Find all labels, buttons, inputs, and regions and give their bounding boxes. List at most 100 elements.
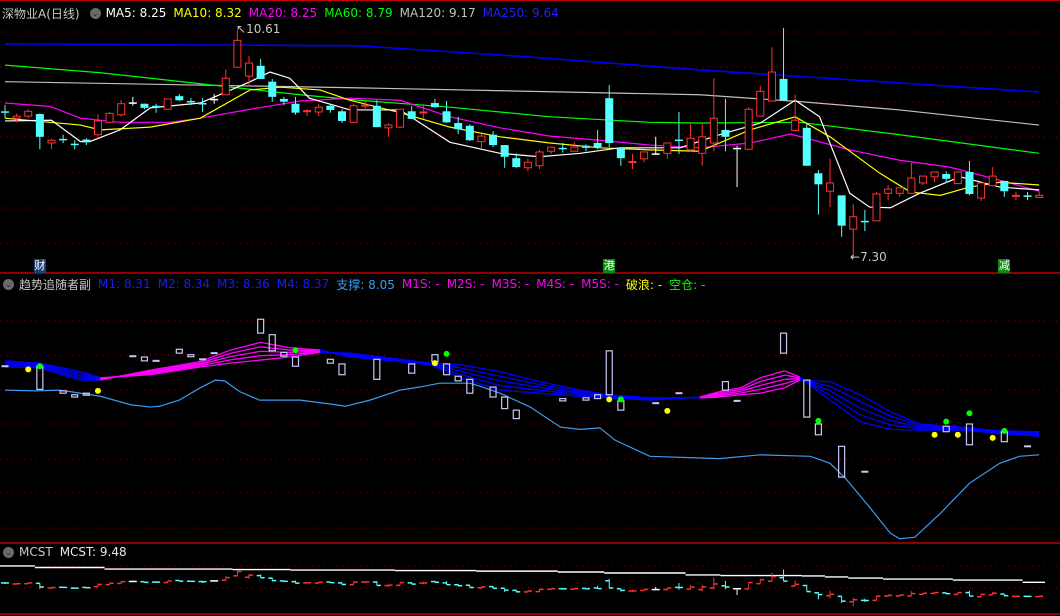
candle-body-down: [256, 65, 265, 79]
yellow-signal-dot: [989, 434, 996, 441]
candle-body-down: [198, 103, 207, 105]
candle-body-up: [233, 39, 242, 68]
chevron-down-icon[interactable]: ⌄: [3, 546, 14, 558]
candle-body-down: [59, 138, 68, 141]
ribbon-segment: [829, 399, 861, 423]
candle-body-up: [47, 139, 56, 144]
candle-body-down: [337, 111, 346, 121]
candle-body-up: [988, 175, 997, 187]
ribbon-segment: [499, 389, 540, 394]
candle-body-down: [186, 100, 195, 103]
candle-body-up: [756, 90, 765, 117]
indicator-box: [721, 381, 730, 391]
candle-body-down: [1, 111, 9, 113]
candle-body-up: [698, 136, 707, 154]
indicator-box: [36, 365, 44, 390]
candle-body-up: [93, 120, 102, 136]
candle-body-flat: [128, 102, 137, 104]
candle-body-up: [1035, 194, 1044, 198]
m2-label: M2: 8.34: [157, 277, 211, 291]
m4s-label: M4S: -: [536, 277, 575, 291]
candle-body-down: [442, 111, 451, 123]
indicator-dash: [152, 359, 160, 362]
candle-body-down: [802, 127, 811, 166]
candle-body-up: [105, 112, 114, 123]
event-marker-reduce[interactable]: 减: [998, 259, 1011, 273]
ma20-label: MA20: 8.25: [248, 6, 318, 20]
ribbon-segment: [260, 356, 290, 361]
indicator-dash: [129, 355, 137, 358]
candle-body-down: [674, 139, 683, 142]
indicator-dash: [1024, 445, 1032, 448]
candle-body-up: [419, 111, 428, 114]
candle-body-up: [640, 151, 649, 160]
candle-body-down: [512, 158, 521, 168]
candle-body-up: [12, 115, 21, 119]
high-price-value: 10.61: [246, 22, 281, 36]
candle-body-down: [721, 129, 730, 137]
ribbon-segment: [4, 366, 40, 369]
indicator-box: [605, 350, 613, 396]
candle-body-down: [175, 96, 184, 101]
green-signal-dot: [1001, 427, 1008, 434]
green-signal-dot: [617, 396, 624, 403]
candle-body-up: [245, 62, 254, 77]
candle-body-up: [872, 193, 881, 222]
candle-body-up: [884, 188, 893, 194]
candle-body-down: [605, 98, 614, 143]
indicator-box: [501, 396, 509, 410]
indicator-box: [803, 379, 811, 418]
chevron-down-icon[interactable]: ⌄: [89, 7, 101, 19]
yellow-signal-dot: [606, 396, 613, 403]
arrow-icon: ←: [850, 250, 861, 264]
indicator-box: [326, 358, 334, 364]
candle-body-up: [686, 137, 695, 151]
ribbon-segment: [460, 364, 501, 373]
green-signal-dot: [815, 417, 822, 424]
candle-body-flat: [210, 98, 219, 101]
candle-body-down: [326, 105, 335, 110]
candle-body-up: [523, 161, 532, 169]
yellow-signal-dot: [94, 387, 101, 394]
indicator-box: [582, 397, 590, 401]
indicator-box: [559, 397, 567, 402]
indicator-box: [408, 363, 416, 374]
candle-body-up: [930, 171, 939, 178]
m3-label: M3: 8.36: [217, 277, 270, 291]
candle-body-up: [907, 177, 916, 194]
ribbon-segment: [740, 392, 761, 396]
event-marker-finance[interactable]: 财: [33, 259, 46, 273]
breakwave-label: 破浪: -: [625, 277, 663, 292]
candle-body-up: [953, 171, 962, 185]
chevron-down-icon[interactable]: ⌄: [3, 278, 14, 290]
indicator-box: [338, 363, 346, 376]
candle-body-down: [465, 125, 474, 141]
candle-body-up: [361, 104, 370, 107]
ma20-line: [4, 97, 1040, 192]
indicator-box: [814, 423, 823, 436]
candle-body-down: [430, 103, 439, 108]
candle-body-down: [814, 173, 823, 185]
indicator-dash: [199, 358, 207, 361]
m1s-label: M1S: -: [401, 277, 440, 291]
indicator-dash: [733, 399, 741, 402]
candle-body-up: [221, 77, 230, 96]
candle-body-up: [895, 187, 904, 194]
candle-body-down: [860, 220, 869, 223]
candle-body-up: [570, 146, 579, 152]
candle-body-down: [965, 171, 974, 194]
indicator-box: [779, 332, 788, 354]
ma60-label: MA60: 8.79: [324, 6, 393, 20]
indicator-dash: [210, 352, 218, 355]
candle-body-up: [396, 108, 405, 128]
indicator-box: [373, 358, 381, 380]
candle-body-down: [70, 143, 79, 146]
candle-body-down: [279, 98, 288, 102]
event-marker-hk[interactable]: 港: [603, 259, 616, 273]
candle-body-up: [163, 98, 172, 110]
indicator-box: [291, 356, 300, 367]
yellow-signal-dot: [931, 431, 938, 438]
indicator-box: [965, 423, 974, 446]
chart-canvas[interactable]: [0, 0, 1060, 616]
m5s-label: M5S: -: [581, 277, 619, 291]
